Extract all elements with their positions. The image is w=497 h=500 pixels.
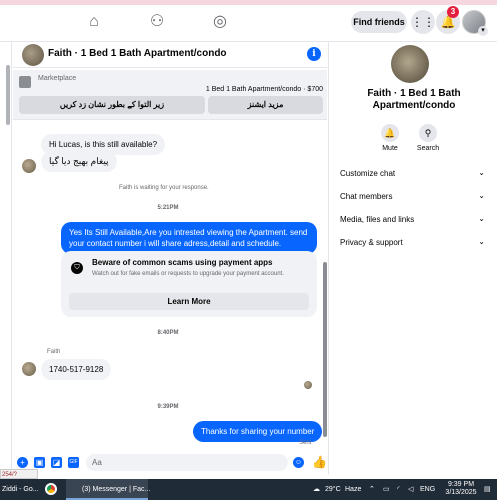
chevron-down-icon: ⌄ (478, 191, 485, 200)
sender-avatar (22, 159, 36, 173)
message-outgoing[interactable]: Thanks for sharing your number (193, 421, 323, 442)
search-icon[interactable]: ⚲ (419, 124, 437, 142)
find-friends-button[interactable]: Find friends (351, 11, 407, 33)
browser-accent-strip (0, 0, 497, 5)
section-label: Media, files and links (340, 215, 415, 224)
marketplace-label: Marketplace (38, 75, 77, 82)
profile-circle-icon[interactable]: ◎ (210, 12, 230, 32)
clock-time: 9:39 PM (447, 481, 475, 488)
section-label: Customize chat (340, 169, 396, 178)
section-label: Privacy & support (340, 238, 403, 247)
language-indicator[interactable]: ENG (420, 479, 435, 500)
scam-warning-card: ⛉ Beware of common scams using payment a… (61, 251, 317, 317)
composer: + ▣ ◪ GIF Aa ☺ 👍 (13, 452, 327, 474)
timestamp: 8:40PM (157, 330, 179, 336)
chat-header: Faith · 1 Bed 1 Bath Apartment/condo i (13, 42, 327, 68)
search-label: Search (416, 145, 440, 152)
clock-date: 3/13/2025 (445, 489, 477, 496)
read-receipt-avatar (304, 381, 312, 389)
chat-title[interactable]: Faith · 1 Bed 1 Bath Apartment/condo (48, 48, 227, 59)
listing-title[interactable]: 1 Bed 1 Bath Apartment/condo · $700 (206, 86, 323, 93)
marketplace-thumbnail (19, 76, 31, 88)
top-nav-bar: ⌂ ⚇ ◎ Find friends ⋮⋮ 🔔 3 ▾ (0, 0, 497, 42)
waiting-status: Faith is waiting for your response. (119, 185, 209, 191)
home-icon[interactable]: ⌂ (84, 12, 104, 32)
sender-name: Faith (47, 349, 61, 355)
weather-text[interactable]: Haze (345, 479, 361, 500)
groups-icon[interactable]: ⚇ (147, 12, 167, 32)
clock[interactable]: 9:39 PM 3/13/2025 (441, 481, 481, 497)
timestamp: 9:39PM (157, 404, 179, 410)
info-icon[interactable]: i (307, 47, 321, 61)
sender-avatar (22, 362, 36, 376)
conversation-info-panel: Faith · 1 Bed 1 Bath Apartment/condo 🔔 M… (328, 42, 497, 474)
sent-status: Sent (299, 440, 312, 446)
message-input[interactable]: Aa (86, 454, 288, 471)
chat-scrollbar[interactable] (323, 262, 327, 437)
sticker-icon[interactable]: ◪ (51, 457, 62, 468)
notification-count-badge: 3 (447, 6, 459, 18)
image-icon[interactable]: ▣ (34, 457, 45, 468)
mute-label: Mute (382, 145, 398, 152)
message-outgoing[interactable]: Yes Its Still Available,Are you intreste… (61, 222, 317, 254)
section-label: Chat members (340, 192, 393, 201)
status-link: 254/?referralS... (0, 469, 38, 488)
contact-avatar[interactable] (391, 45, 429, 83)
message-incoming[interactable]: 1740-517-9128 (41, 359, 112, 380)
temperature[interactable]: 29°C (325, 479, 341, 500)
volume-icon[interactable]: ◁ (408, 479, 413, 500)
shield-icon: ⛉ (71, 262, 83, 274)
chevron-down-icon: ⌄ (478, 168, 485, 177)
section-customize-chat[interactable]: Customize chat ⌄ (340, 168, 485, 183)
gif-icon[interactable]: GIF (68, 457, 79, 468)
taskbar-item-messenger[interactable]: (3) Messenger | Fac... (82, 479, 150, 500)
chevron-down-icon: ⌄ (478, 237, 485, 246)
message-incoming[interactable]: پیغام بھیج دیا گیا (41, 151, 117, 172)
plus-icon[interactable]: + (17, 457, 28, 468)
taskbar-item-ziddi[interactable]: Ziddi - Go... (2, 479, 39, 500)
marketplace-panel: Marketplace 1 Bed 1 Bath Apartment/condo… (13, 70, 327, 120)
wifi-icon[interactable]: ◜ (397, 479, 400, 500)
more-options-button[interactable]: مزید ایشنز (208, 96, 323, 114)
emoji-icon[interactable]: ☺ (293, 457, 304, 468)
section-media-files-links[interactable]: Media, files and links ⌄ (340, 214, 485, 229)
windows-taskbar: Ziddi - Go... (3) Messenger | Fac... ☁ 2… (0, 479, 497, 500)
warning-title: Beware of common scams using payment app… (92, 258, 273, 267)
mute-bell-icon[interactable]: 🔔 (381, 124, 399, 142)
account-caret-icon[interactable]: ▾ (478, 26, 488, 36)
section-privacy-support[interactable]: Privacy & support ⌄ (340, 237, 485, 252)
timestamp: 5:21PM (157, 205, 179, 211)
menu-grid-icon[interactable]: ⋮⋮ (411, 10, 435, 34)
mark-pending-button[interactable]: زیر التوا کے بطور نشان زد کریں (19, 96, 205, 114)
warning-text: Watch out for fake emails or requests to… (92, 271, 284, 277)
chevron-down-icon: ⌄ (478, 214, 485, 223)
section-chat-members[interactable]: Chat members ⌄ (340, 191, 485, 206)
thumbs-up-icon[interactable]: 👍 (312, 455, 327, 469)
chrome-icon[interactable] (45, 483, 57, 495)
contact-name: Faith · 1 Bed 1 Bath Apartment/condo (367, 88, 461, 111)
weather-icon: ☁ (313, 486, 320, 493)
chat-avatar[interactable] (22, 44, 44, 66)
network-icon[interactable]: ▭ (383, 479, 390, 500)
tray-overflow-icon[interactable]: ⌃ (369, 479, 375, 500)
learn-more-button[interactable]: Learn More (69, 293, 309, 310)
left-scrollbar[interactable] (6, 65, 10, 125)
notification-center-icon[interactable]: ▤ (484, 479, 491, 500)
